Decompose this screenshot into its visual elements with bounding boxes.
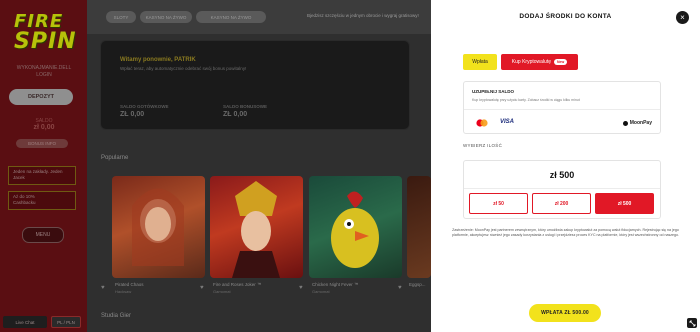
divider bbox=[464, 109, 660, 110]
promo-card-2[interactable]: Aż do 10% Cashbacku bbox=[8, 191, 76, 210]
tab-live-casino-2[interactable]: KASYNO NA ŻYWO bbox=[196, 11, 266, 23]
divider bbox=[464, 188, 660, 189]
deposit-modal: DODAJ ŚRODKI DO KONTA × Wpłata Kup Krypt… bbox=[431, 0, 700, 332]
amount-option-500[interactable]: zł 500 bbox=[595, 193, 654, 214]
game-provider: Gamomat bbox=[312, 289, 330, 294]
tab-deposit[interactable]: Wpłata bbox=[463, 54, 497, 70]
game-artwork bbox=[232, 181, 280, 278]
tab-deposit-label: Wpłata bbox=[472, 59, 488, 65]
menu-button[interactable]: MENU bbox=[22, 227, 64, 243]
heart-icon[interactable]: ♥ bbox=[299, 285, 303, 291]
menu-label: MENU bbox=[35, 232, 51, 238]
logo-text-bottom: SPIN bbox=[14, 29, 77, 54]
welcome-subtitle: Wpłać teraz, aby automatycznie odebrać s… bbox=[120, 66, 247, 71]
sidebar: FIRE SPIN WYKONAJMANIE.DELL LOGIN DEPOZY… bbox=[0, 0, 87, 332]
new-badge: New bbox=[554, 59, 568, 65]
promo-card-1-text: Jeden na zakłady. Jeden bbox=[13, 169, 63, 174]
game-artwork bbox=[132, 188, 184, 266]
game-artwork bbox=[331, 191, 379, 268]
amount-option-50[interactable]: zł 50 bbox=[469, 193, 528, 214]
section-studios: Studia Gier bbox=[101, 313, 132, 319]
cash-balance-value: ZŁ 0,00 bbox=[120, 111, 145, 118]
game-provider: Gamomat bbox=[213, 289, 231, 294]
game-provider: Hacksaw bbox=[115, 289, 132, 294]
bonus-info-button[interactable]: BONUS INFO bbox=[16, 139, 68, 148]
game-title: Fire and Roses Joker ™ bbox=[213, 282, 262, 287]
moonpay-disclaimer: Zastrzeżenie: MoonPay jest partnerem zew… bbox=[451, 228, 680, 237]
welcome-greeting: Witamy ponownie, PATRIK bbox=[120, 57, 196, 63]
user-info: WYKONAJMANIE.DELL LOGIN bbox=[8, 65, 80, 79]
game-tile[interactable] bbox=[407, 176, 431, 278]
top-nav: SLOTY KASYNO NA ŻYWO KASYNO NA ŻYWO Bjed… bbox=[87, 0, 431, 34]
deposit-submit-label: WPŁATA ZŁ 500.00 bbox=[541, 310, 589, 316]
heart-icon[interactable]: ♥ bbox=[398, 285, 402, 291]
username: WYKONAJMANIE.DELL bbox=[16, 65, 72, 71]
tab-buy-crypto[interactable]: Kup Kryptowalutę New bbox=[501, 54, 578, 70]
fire-spin-logo[interactable]: FIRE SPIN bbox=[14, 12, 77, 58]
topup-title: UZUPEŁNIJ SALDO bbox=[472, 89, 515, 94]
promo-text: Bjedzisz szczęściu w jednym obrocie i wy… bbox=[307, 13, 419, 18]
promo-card-1[interactable]: Jeden na zakłady. Jeden Jacek bbox=[8, 166, 76, 185]
tab-buy-crypto-label: Kup Kryptowalutę bbox=[511, 59, 551, 65]
game-tile[interactable] bbox=[112, 176, 205, 278]
amount-label: WYBIERZ ILOŚĆ bbox=[463, 143, 503, 148]
topup-card: UZUPEŁNIJ SALDO Kup kryptowalutę przy uż… bbox=[463, 81, 661, 134]
close-glyph: × bbox=[680, 13, 685, 22]
amount-card: zł 500 zł 50 zł 200 zł 500 bbox=[463, 160, 661, 219]
live-chat-button[interactable]: Live Chat bbox=[3, 316, 47, 328]
promo-card-1-sub: Jacek bbox=[13, 175, 25, 180]
deposit-submit-button[interactable]: WPŁATA ZŁ 500.00 bbox=[529, 304, 601, 322]
game-title: Eggsp... bbox=[409, 282, 426, 287]
sidebar-balance: SALDO zł 0,00 bbox=[8, 118, 80, 131]
amount-value: zł 500 bbox=[549, 170, 575, 180]
game-title: Pirated Chaos bbox=[115, 282, 144, 287]
section-popular: Popularne bbox=[101, 155, 129, 161]
amount-option-200[interactable]: zł 200 bbox=[532, 193, 591, 214]
user-subtitle: LOGIN bbox=[36, 72, 52, 78]
corner-action-icon[interactable] bbox=[687, 318, 697, 328]
tab-live-casino[interactable]: KASYNO NA ŻYWO bbox=[140, 11, 192, 23]
visa-logo: VISA bbox=[500, 119, 515, 125]
heart-icon[interactable]: ♥ bbox=[101, 285, 105, 291]
topup-description: Kup kryptowalutę przy użyciu karty. Zoba… bbox=[472, 98, 580, 102]
close-icon[interactable]: × bbox=[676, 11, 689, 24]
welcome-banner: Witamy ponownie, PATRIK Wpłać teraz, aby… bbox=[100, 40, 410, 130]
moonpay-logo: MoonPay bbox=[622, 120, 652, 126]
bonus-balance-label: SALDO BONUSOWE bbox=[223, 104, 268, 109]
promo-card-2-sub: Cashbacku bbox=[13, 200, 36, 205]
language-selector[interactable]: PL / PLN bbox=[51, 316, 81, 328]
mastercard-icon bbox=[476, 119, 488, 127]
balance-value: zł 0,00 bbox=[33, 124, 55, 131]
modal-title: DODAJ ŚRODKI DO KONTA bbox=[519, 13, 612, 20]
game-tile[interactable] bbox=[210, 176, 303, 278]
game-tile[interactable] bbox=[309, 176, 402, 278]
tab-slots[interactable]: SLOTY bbox=[106, 11, 136, 23]
moonpay-icon bbox=[622, 120, 628, 126]
heart-icon[interactable]: ♥ bbox=[200, 285, 204, 291]
moonpay-label: MoonPay bbox=[629, 120, 652, 126]
cash-balance-label: SALDO GOTÓWKOWE bbox=[120, 104, 169, 109]
expand-icon bbox=[689, 320, 695, 326]
promo-card-2-text: Aż do 10% bbox=[13, 194, 35, 199]
game-title: Chicken Night Fever ™ bbox=[312, 282, 359, 287]
bonus-balance-value: ZŁ 0,00 bbox=[223, 111, 248, 118]
deposit-button[interactable]: DEPOZYT bbox=[9, 89, 73, 105]
